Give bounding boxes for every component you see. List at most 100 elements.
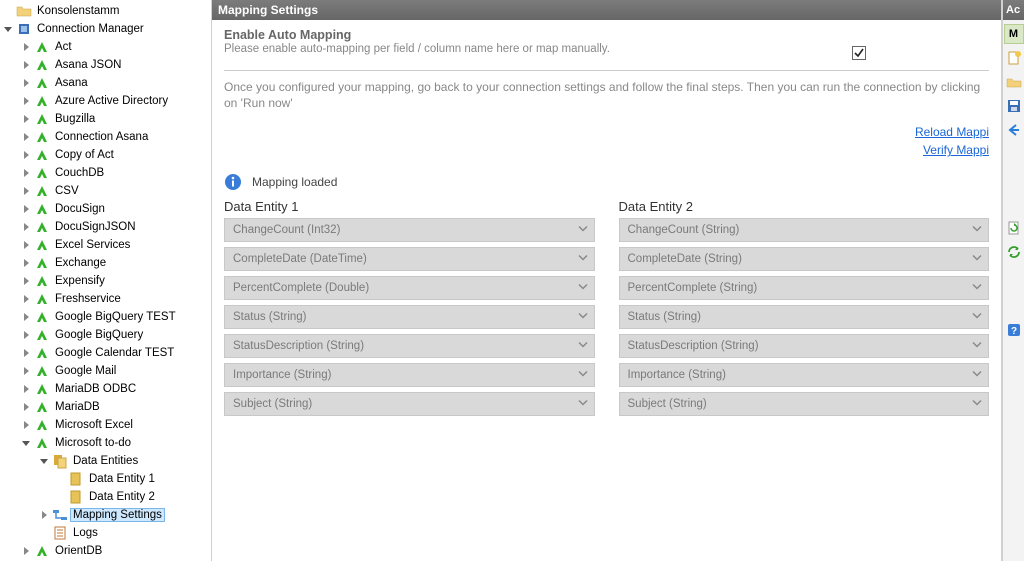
tree-label: Google Calendar TEST <box>53 347 176 359</box>
tree-label: OrientDB <box>53 545 104 557</box>
expander-down-icon[interactable] <box>2 23 14 35</box>
field-mapping-value: PercentComplete (String) <box>628 282 758 294</box>
tree-connection-item[interactable]: Google BigQuery <box>0 326 211 344</box>
expander-right-icon[interactable] <box>20 347 32 359</box>
expander-right-icon[interactable] <box>20 113 32 125</box>
tree-connection-item[interactable]: Excel Services <box>0 236 211 254</box>
field-mapping-select[interactable]: Subject (String) <box>619 392 990 416</box>
tree-connection-item[interactable]: Google BigQuery TEST <box>0 308 211 326</box>
tree-label: Konsolenstamm <box>35 5 121 17</box>
tree-connection-manager[interactable]: Connection Manager <box>0 20 211 38</box>
tree-connection-item[interactable]: CouchDB <box>0 164 211 182</box>
expander-right-icon[interactable] <box>20 239 32 251</box>
expander-right-icon[interactable] <box>20 275 32 287</box>
chevron-down-icon <box>972 224 982 237</box>
tree-connection-item[interactable]: Freshservice <box>0 290 211 308</box>
connection-icon <box>34 381 50 397</box>
expander-right-icon[interactable] <box>20 365 32 377</box>
tree-connection-item[interactable]: Google Calendar TEST <box>0 344 211 362</box>
tree-connection-item[interactable]: CSV <box>0 182 211 200</box>
tree-root[interactable]: Konsolenstamm <box>0 2 211 20</box>
field-mapping-select[interactable]: Importance (String) <box>224 363 595 387</box>
tree-connection-item[interactable]: Connection Asana <box>0 128 211 146</box>
field-mapping-select[interactable]: Status (String) <box>224 305 595 329</box>
tree-connection-item[interactable]: Bugzilla <box>0 110 211 128</box>
connection-icon <box>34 309 50 325</box>
expander-right-icon[interactable] <box>20 221 32 233</box>
tree-data-entities[interactable]: Data Entities <box>0 452 211 470</box>
expander-right-icon[interactable] <box>20 149 32 161</box>
tree-label: CSV <box>53 185 81 197</box>
expander-right-icon[interactable] <box>20 59 32 71</box>
refresh-page-icon[interactable] <box>1004 218 1024 238</box>
expander-right-icon[interactable] <box>20 419 32 431</box>
expander-right-icon[interactable] <box>20 311 32 323</box>
field-mapping-select[interactable]: CompleteDate (DateTime) <box>224 247 595 271</box>
tree-logs[interactable]: Logs <box>0 524 211 542</box>
mapping-icon <box>52 507 68 523</box>
expander-right-icon[interactable] <box>20 293 32 305</box>
back-icon[interactable] <box>1004 120 1024 140</box>
field-mapping-select[interactable]: CompleteDate (String) <box>619 247 990 271</box>
tree-label: Microsoft to-do <box>53 437 133 449</box>
tree-connection-item[interactable]: Copy of Act <box>0 146 211 164</box>
field-mapping-select[interactable]: Status (String) <box>619 305 990 329</box>
expander-right-icon[interactable] <box>20 41 32 53</box>
field-mapping-select[interactable]: ChangeCount (Int32) <box>224 218 595 242</box>
enable-subtext: Please enable auto-mapping per field / c… <box>224 42 729 56</box>
tree-connection-item[interactable]: Azure Active Directory <box>0 92 211 110</box>
right-tab-label: M <box>1009 28 1018 40</box>
tree-data-entity-1[interactable]: Data Entity 1 <box>0 470 211 488</box>
field-mapping-select[interactable]: PercentComplete (Double) <box>224 276 595 300</box>
tree-label: Azure Active Directory <box>53 95 170 107</box>
new-icon[interactable] <box>1004 48 1024 68</box>
expander-right-icon[interactable] <box>20 203 32 215</box>
expander-right-icon[interactable] <box>20 77 32 89</box>
field-mapping-select[interactable]: StatusDescription (String) <box>619 334 990 358</box>
expander-right-icon[interactable] <box>38 509 50 521</box>
expander-right-icon[interactable] <box>20 131 32 143</box>
save-icon[interactable] <box>1004 96 1024 116</box>
expander-right-icon[interactable] <box>20 545 32 557</box>
refresh-icon[interactable] <box>1004 242 1024 262</box>
tree-connection-item[interactable]: Microsoft to-do <box>0 434 211 452</box>
tree-mapping-settings[interactable]: Mapping Settings <box>0 506 211 524</box>
verify-mappings-link[interactable]: Verify Mappi <box>224 141 989 159</box>
field-mapping-select[interactable]: PercentComplete (String) <box>619 276 990 300</box>
expander-right-icon[interactable] <box>20 257 32 269</box>
expander-down-icon[interactable] <box>38 455 50 467</box>
expander-down-icon[interactable] <box>20 437 32 449</box>
reload-mappings-link[interactable]: Reload Mappi <box>224 123 989 141</box>
tree-connection-item[interactable]: MariaDB ODBC <box>0 380 211 398</box>
expander-right-icon[interactable] <box>20 185 32 197</box>
field-mapping-select[interactable]: Importance (String) <box>619 363 990 387</box>
expander-right-icon[interactable] <box>20 329 32 341</box>
expander-right-icon[interactable] <box>20 401 32 413</box>
tree-connection-item[interactable]: Expensify <box>0 272 211 290</box>
field-mapping-select[interactable]: Subject (String) <box>224 392 595 416</box>
expander-right-icon[interactable] <box>20 95 32 107</box>
tree-connection-item[interactable]: Asana <box>0 74 211 92</box>
open-icon[interactable] <box>1004 72 1024 92</box>
field-mapping-select[interactable]: ChangeCount (String) <box>619 218 990 242</box>
expander-right-icon[interactable] <box>20 383 32 395</box>
tree-connection-item[interactable]: Act <box>0 38 211 56</box>
tree-connection-item[interactable]: OrientDB <box>0 542 211 560</box>
field-mapping-select[interactable]: StatusDescription (String) <box>224 334 595 358</box>
field-mapping-value: StatusDescription (String) <box>233 340 364 352</box>
tree-connection-item[interactable]: Exchange <box>0 254 211 272</box>
help-icon[interactable]: ? <box>1004 320 1024 340</box>
tree-label: Copy of Act <box>53 149 116 161</box>
tree-connection-item[interactable]: DocuSignJSON <box>0 218 211 236</box>
expander-right-icon[interactable] <box>20 167 32 179</box>
tree-connection-item[interactable]: MariaDB <box>0 398 211 416</box>
tree-connection-item[interactable]: Microsoft Excel <box>0 416 211 434</box>
data-entities-icon <box>52 453 68 469</box>
tree-connection-item[interactable]: DocuSign <box>0 200 211 218</box>
tree-data-entity-2[interactable]: Data Entity 2 <box>0 488 211 506</box>
tree-label: Exchange <box>53 257 108 269</box>
tree-connection-item[interactable]: Asana JSON <box>0 56 211 74</box>
right-tab[interactable]: M <box>1004 24 1024 44</box>
tree-connection-item[interactable]: Google Mail <box>0 362 211 380</box>
enable-auto-mapping-checkbox[interactable] <box>852 46 866 60</box>
